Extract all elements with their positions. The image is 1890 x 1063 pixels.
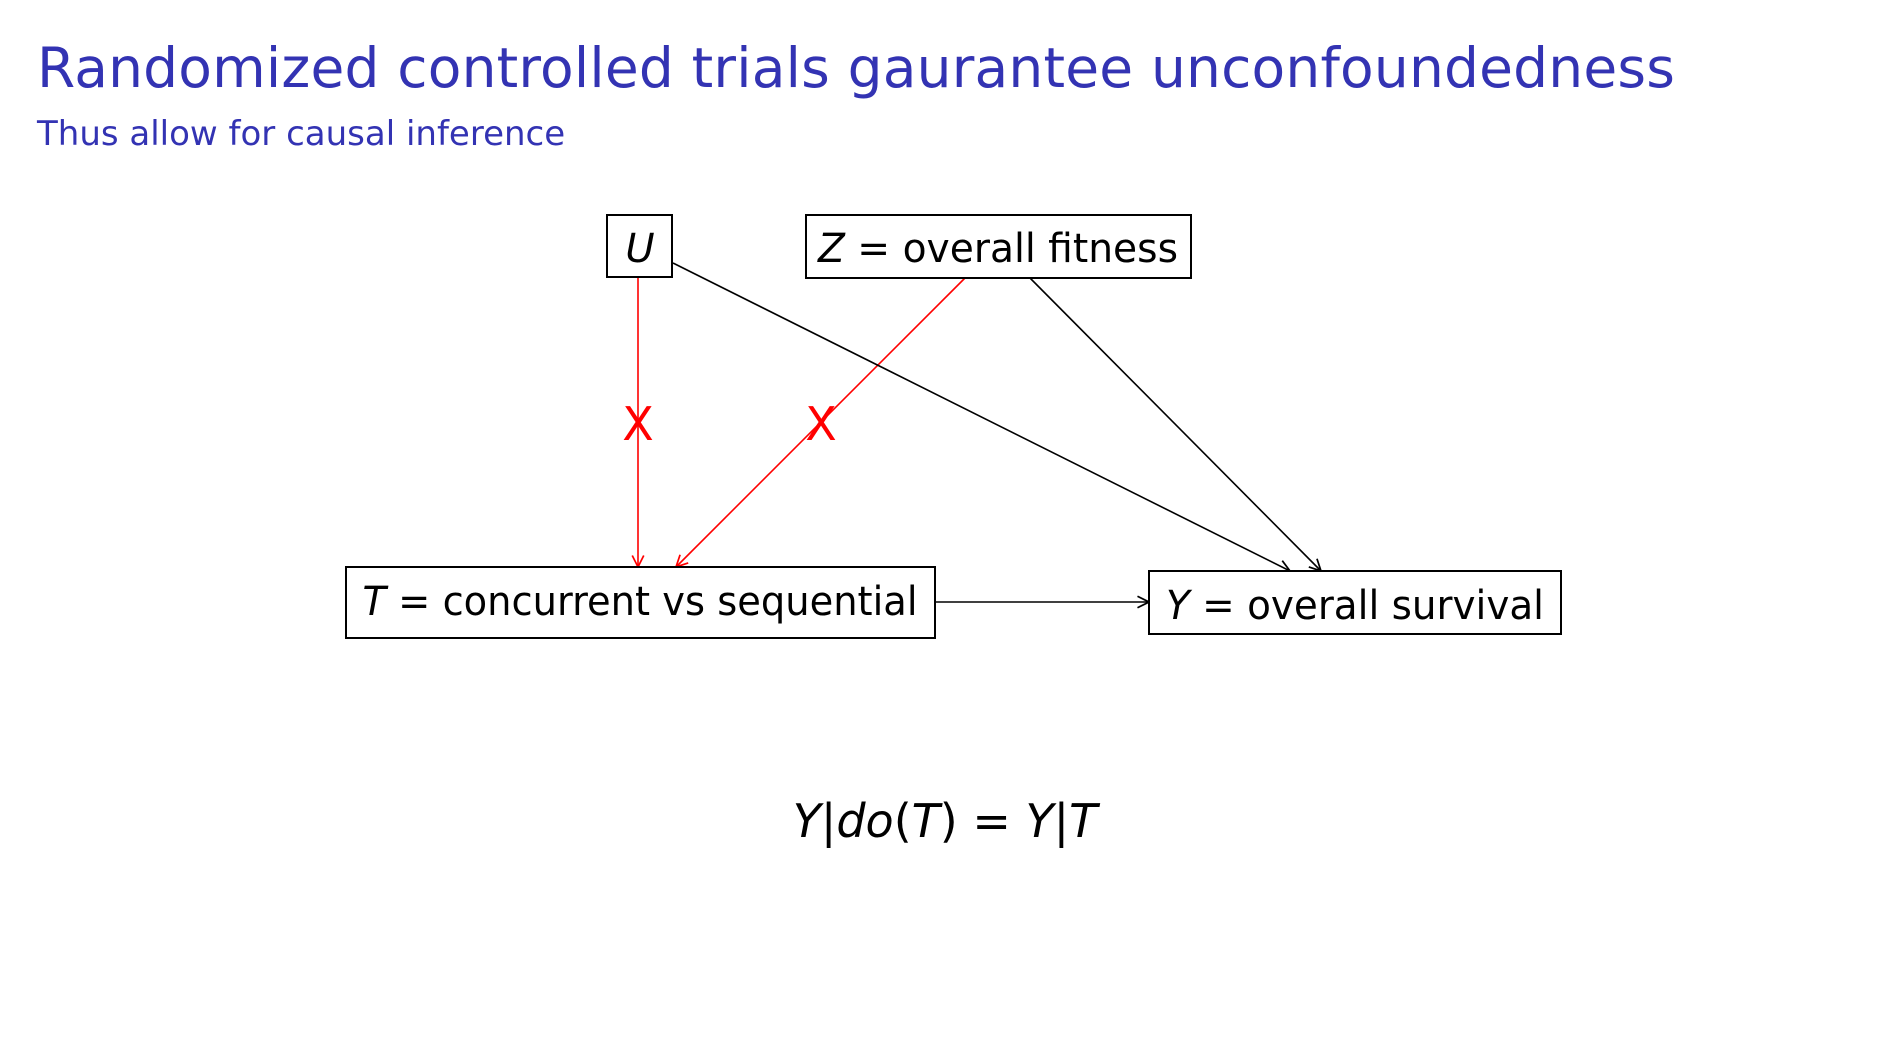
node-z-eq: =: [845, 226, 903, 272]
node-t-eq: =: [386, 579, 443, 625]
formula-rhs-arg: T: [1069, 794, 1098, 848]
formula-rhs-var: Y: [1025, 794, 1054, 848]
edge-u-to-y: [672, 262, 1290, 571]
node-y-label: overall survival: [1247, 583, 1544, 629]
node-y-eq: =: [1190, 583, 1247, 629]
svg-text:Y = overall survival: Y = overall survival: [1166, 583, 1544, 629]
node-t-label: concurrent vs sequential: [443, 579, 918, 625]
node-z: Z = overall fitness: [805, 214, 1192, 279]
formula-bar-1: |: [820, 794, 837, 848]
formula-open-paren: (: [893, 794, 912, 848]
svg-text:T = concurrent vs sequential: T = concurrent vs sequential: [363, 579, 918, 625]
svg-text:U: U: [625, 226, 654, 272]
blocked-mark-u-t: X: [622, 397, 654, 451]
formula-close-paren: ): [939, 794, 958, 848]
edge-z-to-y: [1029, 277, 1321, 571]
node-t: T = concurrent vs sequential: [345, 566, 936, 639]
blocked-mark-z-t: X: [805, 397, 837, 451]
formula-bar-2: |: [1053, 794, 1070, 848]
node-z-var: Z: [817, 226, 846, 272]
svg-text:Z = overall fitness: Z = overall fitness: [817, 226, 1178, 272]
formula-do: do: [836, 794, 894, 848]
node-u-var: U: [625, 226, 654, 272]
node-y: Y = overall survival: [1148, 570, 1562, 635]
do-calculus-formula: Y|do(T) = Y|T: [0, 794, 1890, 848]
node-z-label: overall fitness: [903, 226, 1178, 272]
formula-lhs-var: Y: [792, 794, 821, 848]
formula-equals: =: [957, 794, 1026, 848]
causal-diagram: X X U Z = overall fitness T = concurrent…: [345, 214, 1562, 639]
node-u: U: [606, 214, 673, 278]
formula-arg: T: [911, 794, 940, 848]
